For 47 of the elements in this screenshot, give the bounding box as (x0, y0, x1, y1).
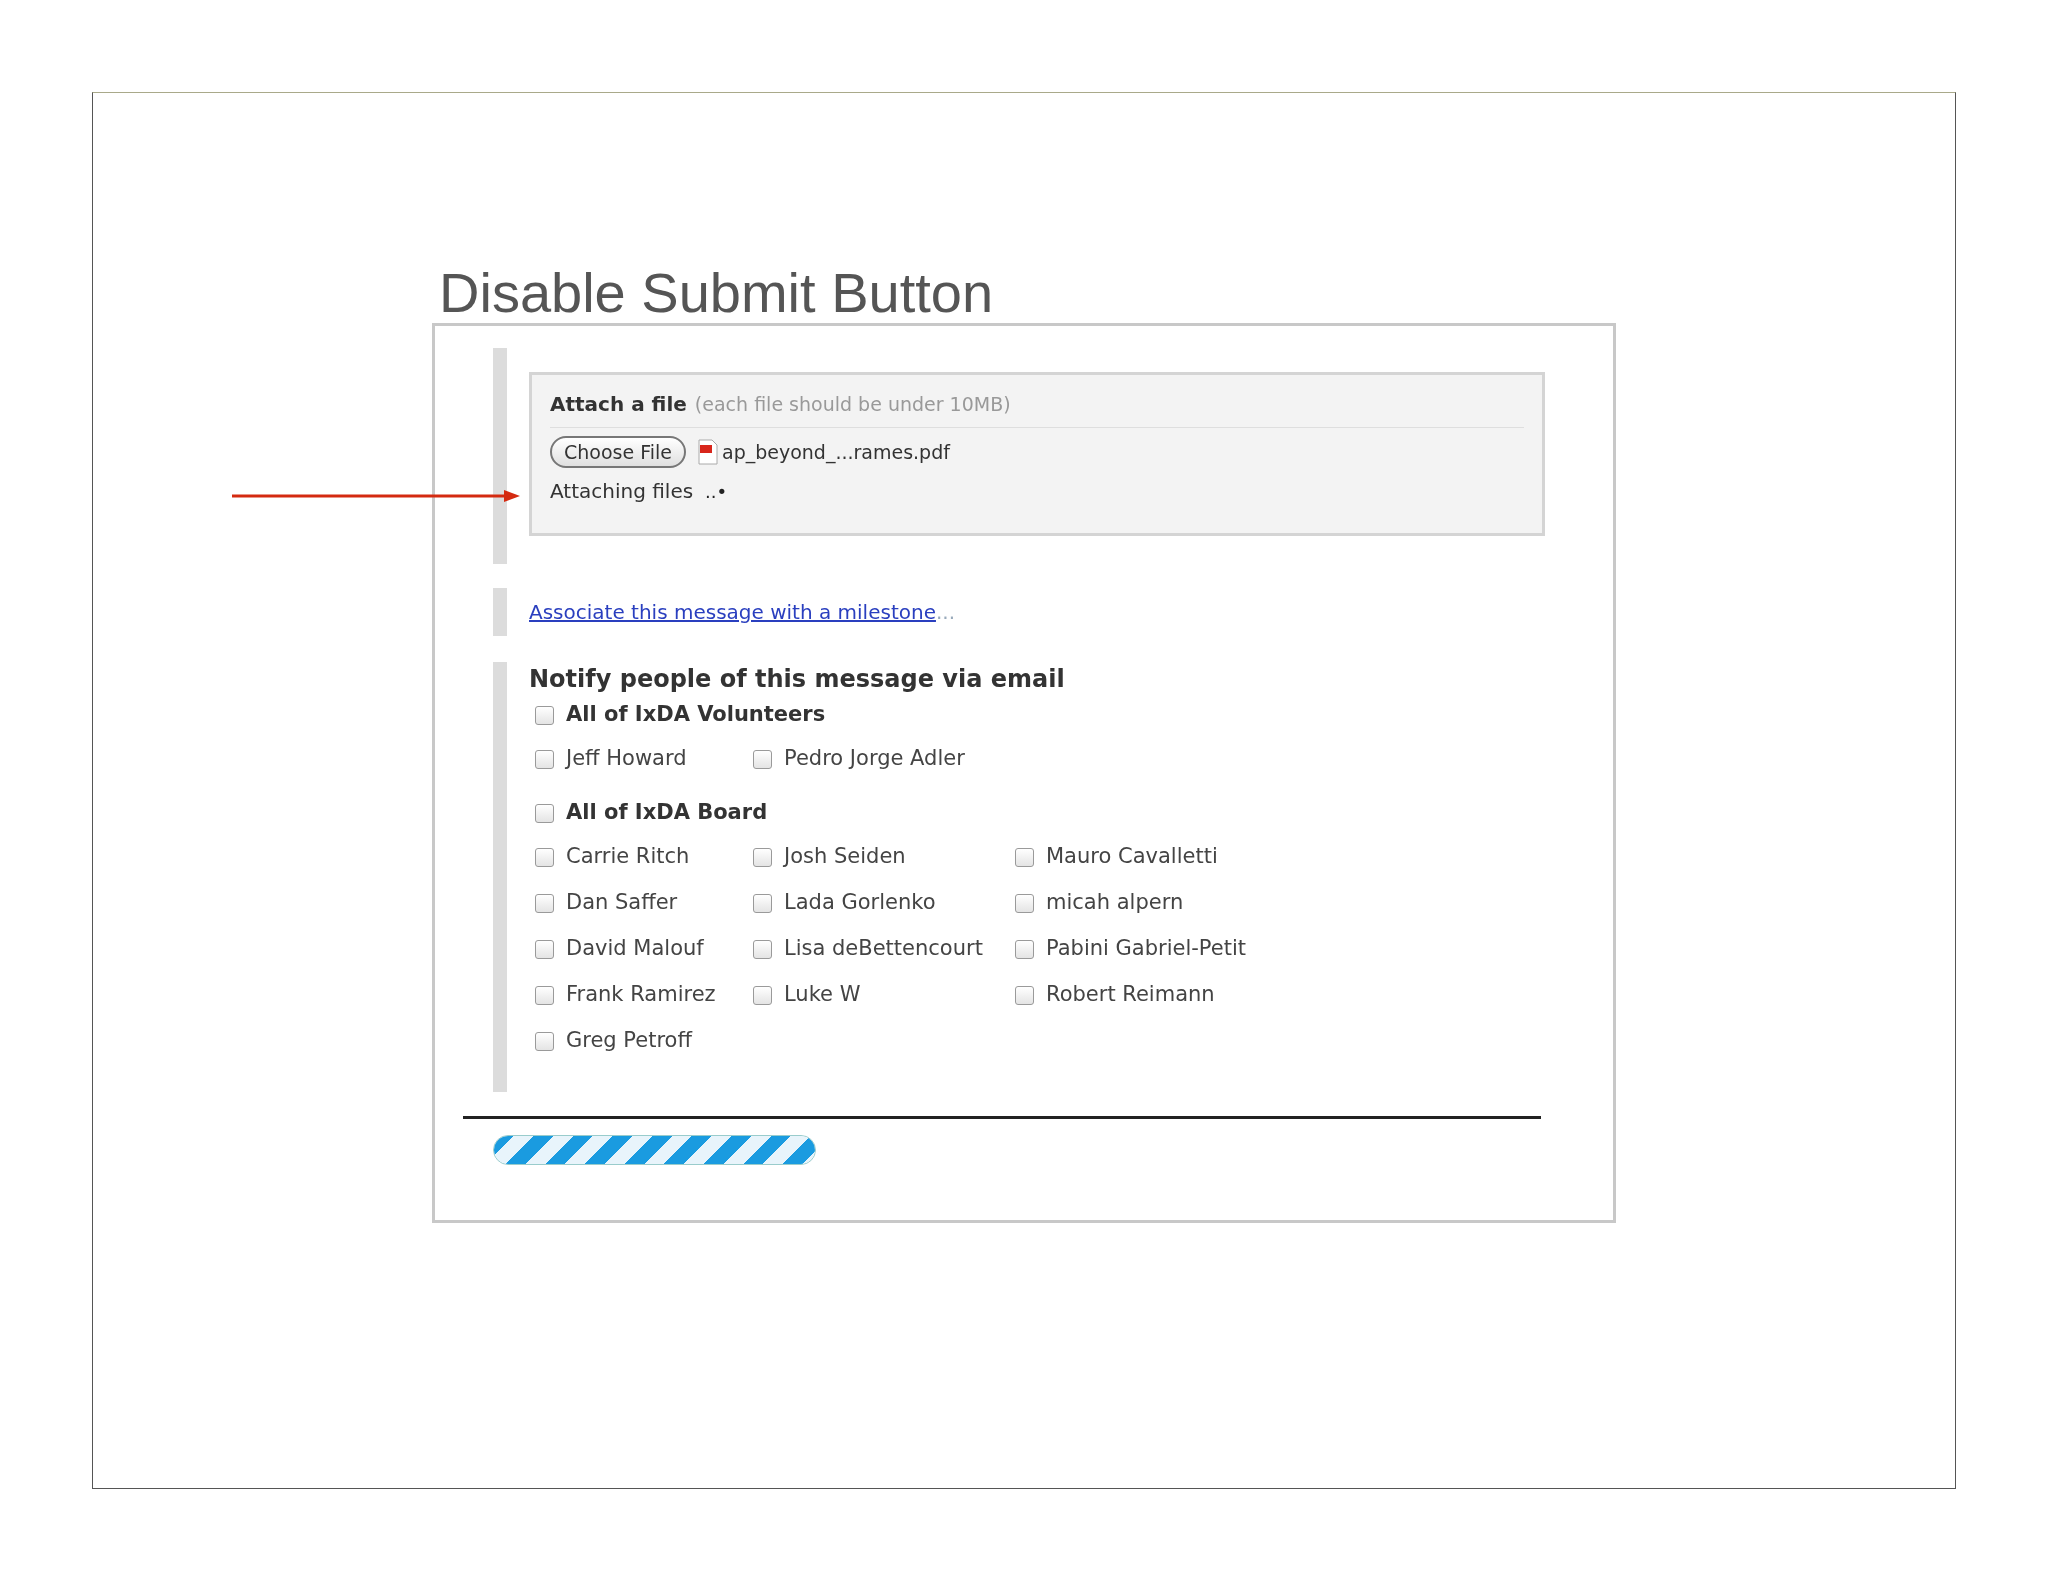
checkbox[interactable] (753, 847, 772, 867)
checkbox-label: Lisa deBettencourt (784, 935, 983, 963)
checkbox-label: Jeff Howard (566, 745, 687, 773)
checkbox-label: Mauro Cavalletti (1046, 843, 1218, 871)
section-bar (493, 588, 507, 636)
milestone-link[interactable]: Associate this message with a milestone (529, 597, 936, 627)
attaching-status: Attaching files (550, 478, 694, 505)
checkbox[interactable] (1015, 939, 1034, 959)
checkbox[interactable] (753, 939, 772, 959)
checkbox-label: micah alpern (1046, 889, 1184, 917)
checkbox[interactable] (1015, 847, 1034, 867)
checkbox-label: Luke W (784, 981, 861, 1009)
checkbox[interactable] (753, 749, 772, 769)
checkbox[interactable] (535, 939, 554, 959)
checkbox-label: Robert Reimann (1046, 981, 1215, 1009)
notify-heading: Notify people of this message via email (529, 664, 1066, 695)
checkbox[interactable] (535, 893, 554, 913)
checkbox[interactable] (535, 749, 554, 769)
checkbox-label: Frank Ramirez (566, 981, 716, 1009)
checkbox[interactable] (1015, 893, 1034, 913)
pdf-file-icon (698, 439, 718, 465)
checkbox[interactable] (535, 1031, 554, 1051)
arrow-icon (232, 488, 520, 504)
checkbox-label: Josh Seiden (784, 843, 906, 871)
checkbox-label: All of IxDA Board (566, 799, 768, 827)
choose-file-button[interactable]: Choose File (550, 436, 686, 468)
attach-label: Attach a file (550, 391, 687, 418)
checkbox-label: Dan Saffer (566, 889, 678, 917)
checkbox[interactable] (535, 705, 554, 725)
checkbox[interactable] (753, 893, 772, 913)
checkbox-label: All of IxDA Volunteers (566, 701, 826, 729)
checkbox[interactable] (753, 985, 772, 1005)
attach-hint: (each file should be under 10MB) (694, 392, 1011, 417)
slide-title: Disable Submit Button (439, 261, 994, 325)
checkbox[interactable] (535, 847, 554, 867)
checkbox-label: Pabini Gabriel-Petit (1046, 935, 1246, 963)
checkbox-label: Greg Petroff (566, 1027, 692, 1055)
loading-dots: ..• (705, 479, 728, 504)
checkbox-label: Carrie Ritch (566, 843, 690, 871)
checkbox[interactable] (535, 985, 554, 1005)
link-ellipsis: ... (935, 599, 956, 626)
checkbox-label: Lada Gorlenko (784, 889, 936, 917)
file-name: ap_beyond_...rames.pdf (722, 439, 950, 466)
checkbox[interactable] (1015, 985, 1034, 1005)
checkbox[interactable] (535, 803, 554, 823)
checkbox-label: Pedro Jorge Adler (784, 745, 965, 773)
checkbox-label: David Malouf (566, 935, 704, 963)
